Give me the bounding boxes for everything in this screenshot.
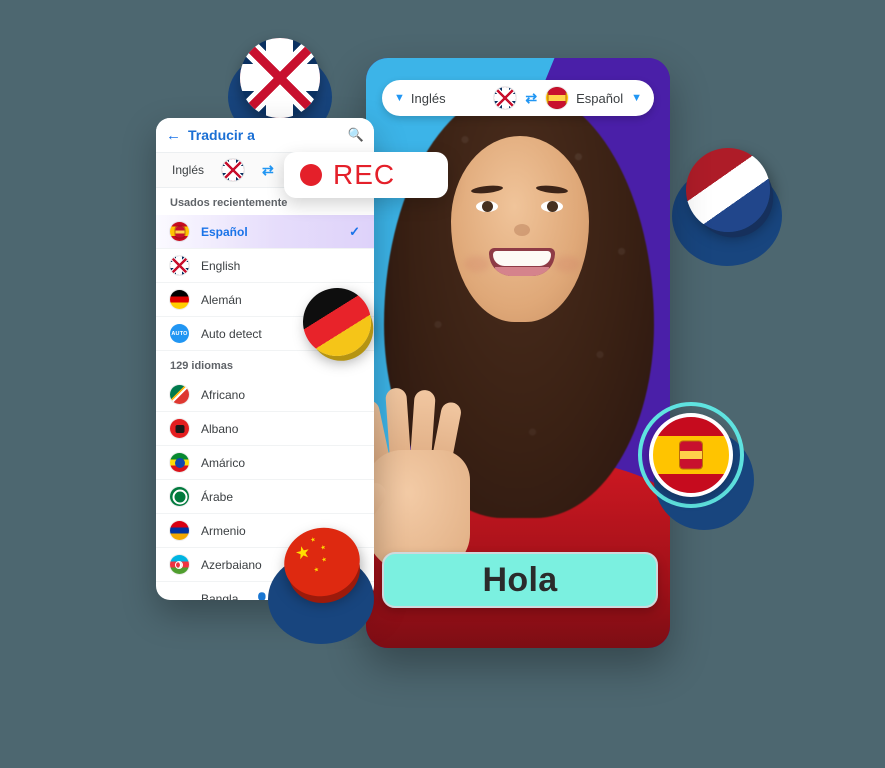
language-label: Albano bbox=[201, 421, 239, 436]
language-label: Amárico bbox=[201, 455, 246, 470]
flag-uk-icon bbox=[240, 38, 320, 118]
subtitle-text: Hola bbox=[482, 560, 558, 599]
swap-icon[interactable]: ⇄ bbox=[262, 162, 274, 179]
language-label: English bbox=[201, 258, 241, 273]
recording-badge: REC bbox=[284, 152, 448, 198]
check-icon: ✓ bbox=[349, 223, 360, 239]
auto-detect-badge-icon: AUTO bbox=[170, 324, 189, 343]
recording-label: REC bbox=[333, 159, 396, 190]
chevron-down-icon[interactable]: ▼ bbox=[394, 92, 405, 104]
waving-hand bbox=[366, 387, 490, 578]
flag-germany-icon bbox=[290, 275, 384, 369]
scene: ▼ Inglés ⇄ Español ▼ Hola ← Traducir a 🔍… bbox=[0, 0, 885, 768]
back-arrow-icon[interactable]: ← bbox=[166, 128, 181, 143]
flag-spain-icon bbox=[649, 413, 733, 497]
language-panel-header: ← Traducir a 🔍 bbox=[156, 118, 374, 153]
target-language-label: Español bbox=[576, 90, 624, 106]
list-item[interactable]: Español ✓ bbox=[156, 215, 374, 249]
language-label: Bangla bbox=[201, 591, 239, 601]
flag-south-africa-icon bbox=[170, 385, 189, 404]
swap-icon[interactable]: ⇄ bbox=[525, 90, 537, 107]
flag-ethiopia-icon bbox=[170, 453, 189, 472]
main-language-selector[interactable]: ▼ Inglés ⇄ Español ▼ bbox=[382, 80, 654, 116]
page-title: Traducir a bbox=[188, 127, 255, 143]
subtitle-banner: Hola bbox=[382, 552, 658, 608]
flag-spain-icon bbox=[170, 222, 189, 241]
flag-germany-icon bbox=[170, 290, 189, 309]
teeth bbox=[493, 251, 551, 266]
language-label: Africano bbox=[201, 387, 246, 402]
flag-china-coin: ★ ★ ★ ★ ★ bbox=[268, 519, 374, 644]
flag-spain-badge bbox=[638, 402, 754, 530]
language-label: Árabe bbox=[201, 489, 234, 504]
spain-crest-icon bbox=[175, 226, 184, 237]
flag-arab-league-icon bbox=[170, 487, 189, 506]
flag-armenia-icon bbox=[170, 521, 189, 540]
mouth bbox=[489, 248, 555, 276]
flag-uk-icon bbox=[170, 256, 189, 275]
eye-right bbox=[541, 201, 563, 212]
flag-germany-coin bbox=[290, 275, 384, 369]
source-language-label: Inglés bbox=[172, 163, 205, 177]
search-icon[interactable]: 🔍 bbox=[348, 127, 364, 143]
language-label: Español bbox=[201, 224, 248, 239]
list-item[interactable]: Árabe bbox=[156, 480, 374, 514]
cheek-left bbox=[464, 256, 490, 272]
spain-crest-icon bbox=[680, 441, 702, 469]
flag-azerbaijan-icon bbox=[170, 555, 189, 574]
list-item[interactable]: Albano bbox=[156, 412, 374, 446]
video-call-panel[interactable]: ▼ Inglés ⇄ Español ▼ Hola bbox=[366, 58, 670, 648]
source-language-label: Inglés bbox=[410, 90, 446, 106]
flag-netherlands-coin bbox=[669, 131, 787, 266]
cheek-right bbox=[554, 256, 580, 272]
list-item[interactable]: Africano bbox=[156, 378, 374, 412]
flag-uk-icon bbox=[222, 159, 245, 181]
list-item[interactable]: Amárico bbox=[156, 446, 374, 480]
eye-left bbox=[476, 201, 498, 212]
flag-albania-icon bbox=[170, 419, 189, 438]
flag-uk-icon bbox=[494, 87, 517, 109]
nose bbox=[514, 224, 530, 236]
list-item[interactable]: English bbox=[156, 249, 374, 283]
flag-spain-icon bbox=[546, 87, 569, 109]
lower-lip bbox=[495, 267, 549, 276]
spain-crest-icon bbox=[548, 87, 566, 109]
record-dot-icon bbox=[300, 164, 322, 186]
chevron-down-icon[interactable]: ▼ bbox=[631, 92, 642, 104]
